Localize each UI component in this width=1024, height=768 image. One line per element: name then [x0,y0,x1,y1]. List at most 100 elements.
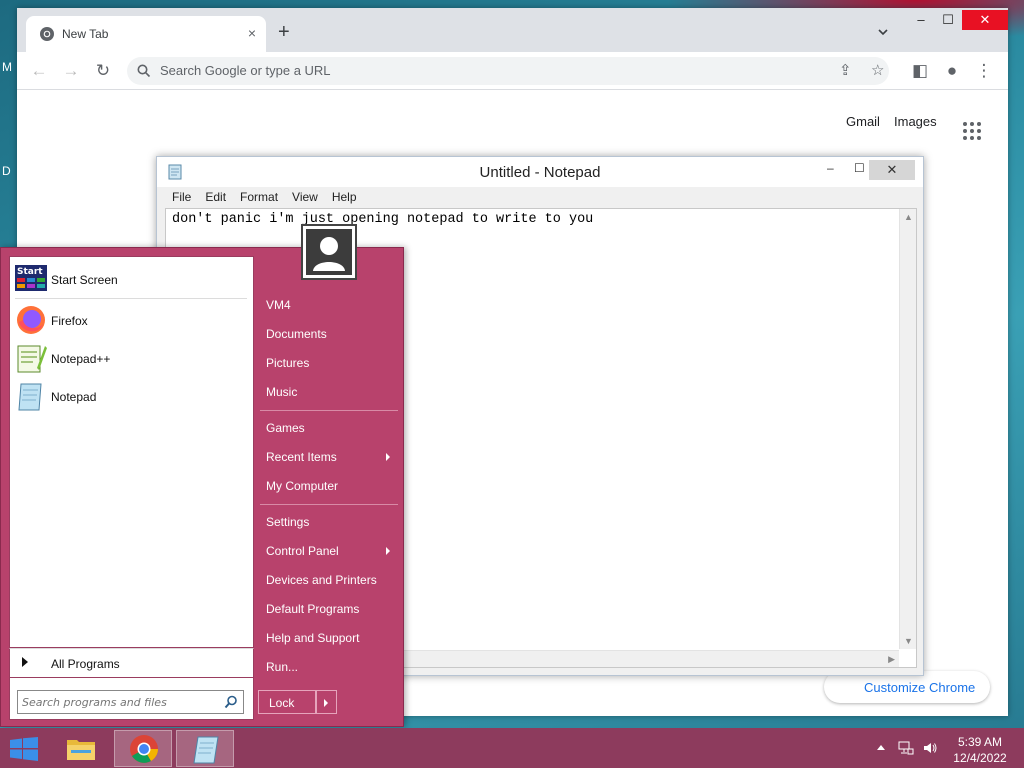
chevron-down-icon[interactable] [877,26,889,38]
svg-text:Start: Start [17,267,43,277]
triangle-right-icon [324,699,328,707]
reload-icon[interactable]: ↻ [93,61,113,81]
start-link-pictures[interactable]: Pictures [266,356,309,370]
share-icon[interactable]: ⇪ [839,61,852,79]
lock-label: Lock [269,696,295,710]
taskbar: 5:39 AM 12/4/2022 [0,728,1024,768]
start-search-box[interactable] [17,690,244,714]
taskbar-chrome[interactable] [114,730,172,767]
start-item-label: Start Screen [51,273,118,287]
tab-new-tab[interactable]: New Tab × [26,16,266,52]
scroll-right-icon[interactable]: ▶ [888,654,895,665]
maximize-button[interactable]: ☐ [939,12,957,28]
clock-time: 5:39 AM [957,735,1003,749]
start-link-help-support[interactable]: Help and Support [266,631,359,645]
chrome-tab-strip: New Tab × + – ☐ ✕ [17,8,1008,52]
volume-icon[interactable] [922,740,938,756]
all-programs-label: All Programs [51,657,120,671]
lock-button[interactable]: Lock [258,690,316,714]
power-options-button[interactable] [316,690,337,714]
start-link-devices-printers[interactable]: Devices and Printers [266,573,377,587]
menu-kebab-icon[interactable]: ⋮ [974,61,994,81]
notepad-titlebar[interactable]: Untitled - Notepad – ☐ ✕ [157,157,923,187]
customize-chrome-label: Customize Chrome [864,680,976,695]
all-programs-button[interactable]: All Programs [9,648,254,678]
new-tab-button[interactable]: + [278,22,290,42]
start-menu-programs-pane: Start Start Screen Firefox Notepad++ Not… [9,256,254,648]
start-item-firefox[interactable]: Firefox [15,303,247,337]
start-link-settings[interactable]: Settings [266,515,309,529]
start-item-notepad[interactable]: Notepad [15,379,247,413]
menu-format[interactable]: Format [233,187,285,207]
folder-icon [67,740,95,760]
system-clock[interactable]: 5:39 AM 12/4/2022 [950,734,1010,766]
start-link-recent-items[interactable]: Recent Items [266,450,396,464]
submenu-arrow-icon [386,453,390,461]
scroll-up-icon[interactable]: ▲ [904,212,913,222]
scroll-down-icon[interactable]: ▼ [904,636,913,646]
start-search-area [9,678,254,720]
windows-start-icon[interactable] [10,737,38,761]
menu-edit[interactable]: Edit [198,187,233,207]
start-link-control-panel[interactable]: Control Panel [266,544,396,558]
separator [260,504,398,505]
notepad-menubar: File Edit Format View Help [165,187,364,207]
google-apps-icon[interactable] [963,122,981,140]
start-link-vm4[interactable]: VM4 [266,298,291,312]
vertical-scrollbar[interactable]: ▲ ▼ [899,209,916,649]
chrome-logo-icon [40,27,54,41]
taskbar-file-explorer[interactable] [52,730,110,767]
firefox-icon [17,306,45,334]
minimize-button[interactable]: – [912,12,930,27]
start-item-label: Firefox [51,314,88,328]
start-screen-icon: Start [15,265,47,291]
separator [260,410,398,411]
menu-file[interactable]: File [165,187,198,207]
profile-avatar-icon[interactable]: ● [942,61,962,81]
user-avatar-icon [306,229,352,275]
start-item-label: Notepad++ [51,352,111,366]
start-item-label: Notepad [51,390,97,404]
show-hidden-icons-icon[interactable] [877,745,885,750]
notepad-icon [18,383,42,411]
search-icon[interactable] [224,695,238,709]
images-link[interactable]: Images [894,114,937,129]
side-panel-icon[interactable]: ◧ [910,61,930,81]
start-item-notepadpp[interactable]: Notepad++ [15,341,247,375]
start-link-documents[interactable]: Documents [266,327,327,341]
start-link-label: Recent Items [266,450,337,464]
submenu-arrow-icon [386,547,390,555]
notepadpp-icon [17,345,47,373]
forward-icon[interactable]: → [61,61,81,81]
desktop-icon-label-m[interactable]: M [2,60,12,74]
start-link-default-programs[interactable]: Default Programs [266,602,359,616]
triangle-right-icon [22,657,28,667]
menu-help[interactable]: Help [325,187,364,207]
start-link-label: Control Panel [266,544,339,558]
start-link-games[interactable]: Games [266,421,305,435]
start-link-my-computer[interactable]: My Computer [266,479,338,493]
taskbar-notepad[interactable] [176,730,234,767]
start-link-music[interactable]: Music [266,385,297,399]
close-button[interactable]: ✕ [869,160,915,180]
maximize-button[interactable]: ☐ [854,161,865,175]
back-icon[interactable]: ← [29,61,49,81]
start-search-input[interactable] [22,694,212,710]
tab-title: New Tab [62,27,109,41]
start-link-run[interactable]: Run... [266,660,298,674]
bookmark-star-icon[interactable]: ☆ [871,61,884,79]
close-button[interactable]: ✕ [962,10,1008,30]
start-item-start-screen[interactable]: Start Start Screen [15,262,247,296]
desktop-icon-label-d[interactable]: D [2,164,11,178]
clock-date: 12/4/2022 [953,751,1007,765]
chrome-toolbar: ← → ↻ Search Google or type a URL ⇪ ☆ ◧ … [17,52,1008,90]
user-account-picture[interactable] [301,224,357,280]
tab-close-icon[interactable]: × [248,25,256,41]
network-icon[interactable] [898,740,914,756]
notepad-content: don't panic i'm just opening notepad to … [172,212,594,227]
minimize-button[interactable]: – [827,161,834,175]
menu-view[interactable]: View [285,187,325,207]
gmail-link[interactable]: Gmail [846,114,880,129]
address-bar[interactable]: Search Google or type a URL ⇪ ☆ [127,57,889,85]
notepad-icon [193,736,219,764]
